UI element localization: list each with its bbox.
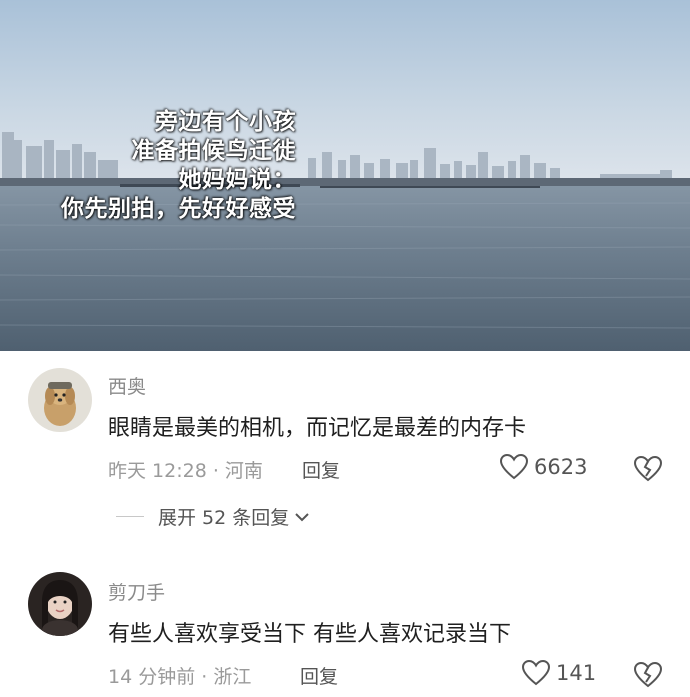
reply-button[interactable]: 回复 — [302, 456, 340, 483]
dog-avatar-icon — [28, 368, 92, 432]
comment-username[interactable]: 剪刀手 — [108, 578, 165, 605]
chevron-down-icon — [295, 512, 309, 521]
heart-icon — [522, 660, 550, 686]
comment-time-location: 昨天 12:28 · 河南 — [108, 460, 263, 482]
dislike-button[interactable] — [634, 662, 662, 688]
like-button[interactable]: 141 — [522, 660, 596, 686]
girl-avatar-icon — [28, 572, 92, 636]
photo-caption: 旁边有个小孩 准备拍候鸟迁徙 她妈妈说： 你先别拍，先好好感受 — [61, 108, 296, 224]
caption-line: 准备拍候鸟迁徙 — [131, 138, 296, 164]
caption-line: 旁边有个小孩 — [155, 109, 296, 135]
post-photo[interactable]: 旁边有个小孩 准备拍候鸟迁徙 她妈妈说： 你先别拍，先好好感受 — [0, 0, 690, 351]
broken-heart-icon — [634, 662, 662, 688]
like-count: 141 — [556, 661, 597, 685]
like-count: 6623 — [534, 455, 588, 479]
reply-button[interactable]: 回复 — [300, 662, 338, 689]
broken-heart-icon — [634, 456, 662, 482]
comment-username[interactable]: 西奥 — [108, 372, 146, 399]
comment-time-location: 14 分钟前 · 浙江 — [108, 666, 252, 688]
comment-text: 有些人喜欢享受当下 有些人喜欢记录当下 — [108, 622, 511, 647]
expand-replies-label: 展开 52 条回复 — [158, 507, 290, 529]
comment-text: 眼睛是最美的相机，而记忆是最差的内存卡 — [108, 416, 527, 441]
heart-icon — [500, 454, 528, 480]
like-button[interactable]: 6623 — [500, 454, 587, 480]
divider — [116, 516, 144, 517]
expand-replies-button[interactable]: 展开 52 条回复 — [116, 503, 309, 530]
avatar[interactable] — [28, 572, 92, 636]
dislike-button[interactable] — [634, 456, 662, 482]
caption-line: 你先别拍，先好好感受 — [61, 196, 296, 222]
avatar[interactable] — [28, 368, 92, 432]
caption-line: 她妈妈说： — [178, 167, 296, 193]
